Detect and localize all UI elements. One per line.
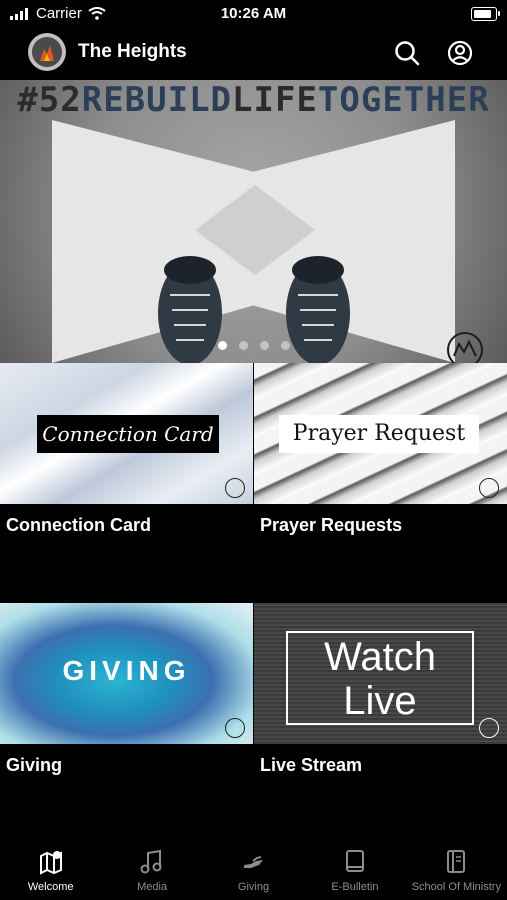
- prayer-request-image-text: Prayer Request: [279, 415, 479, 453]
- app-title: The Heights: [78, 41, 187, 62]
- search-icon[interactable]: [392, 38, 422, 68]
- giving-hand-icon: [243, 856, 263, 868]
- book-icon: [345, 850, 364, 872]
- status-time: 10:26 AM: [220, 5, 287, 22]
- tab-school-of-ministry[interactable]: School Of Ministry: [406, 845, 507, 900]
- tab-label: School Of Ministry: [411, 881, 501, 893]
- carousel-dot[interactable]: [280, 341, 290, 350]
- battery-icon: [471, 7, 500, 21]
- tab-label: Media: [137, 881, 168, 893]
- hero-artwork: [52, 120, 483, 363]
- music-note-icon: [140, 849, 162, 874]
- church-brand-icon: [225, 718, 245, 738]
- tile-label[interactable]: Live Stream: [260, 755, 362, 776]
- account-icon[interactable]: [445, 38, 475, 68]
- app-header: The Heights: [0, 30, 507, 80]
- map-pin-icon: [39, 851, 62, 875]
- carousel-dot[interactable]: [238, 341, 248, 350]
- connection-card-image[interactable]: Connection Card: [0, 363, 253, 504]
- connection-card-image-text: Connection Card: [37, 415, 219, 453]
- tab-label: Welcome: [27, 881, 74, 893]
- carousel-dot[interactable]: [217, 341, 227, 350]
- tab-media[interactable]: Media: [101, 845, 202, 900]
- church-brand-icon: [225, 478, 245, 498]
- live-stream-image[interactable]: Watch Live: [254, 603, 507, 744]
- tab-label: Giving: [237, 881, 270, 893]
- tab-welcome[interactable]: Welcome: [0, 845, 101, 900]
- tab-label: E-Bulletin: [331, 881, 379, 893]
- giving-image-text: GIVING: [62, 655, 191, 686]
- tab-e-bulletin[interactable]: E-Bulletin: [304, 845, 405, 900]
- bottom-tab-bar: Welcome Media Giving E-Bulletin School O…: [0, 845, 507, 900]
- church-brand-icon: [479, 478, 499, 498]
- bible-icon: [447, 850, 466, 873]
- hero-carousel[interactable]: #52REBUILDLIFETOGETHER: [0, 80, 507, 363]
- carousel-dots: [0, 341, 507, 350]
- tile-label[interactable]: Connection Card: [6, 515, 151, 536]
- giving-image[interactable]: GIVING: [0, 603, 253, 744]
- tab-giving[interactable]: Giving: [203, 845, 304, 900]
- watch-live-text: Watch Live: [324, 635, 436, 723]
- watch-live-box: Watch Live: [286, 631, 474, 725]
- tile-label[interactable]: Giving: [6, 755, 62, 776]
- tile-label[interactable]: Prayer Requests: [260, 515, 402, 536]
- hero-hashtag: #52REBUILDLIFETOGETHER: [17, 80, 490, 120]
- church-brand-icon: [479, 718, 499, 738]
- flame-logo-icon: [40, 45, 54, 61]
- church-logo-avatar[interactable]: [28, 33, 66, 71]
- status-bar: Carrier 10:26 AM: [0, 0, 507, 30]
- prayer-request-image[interactable]: Prayer Request: [254, 363, 507, 504]
- carousel-dot[interactable]: [259, 341, 269, 350]
